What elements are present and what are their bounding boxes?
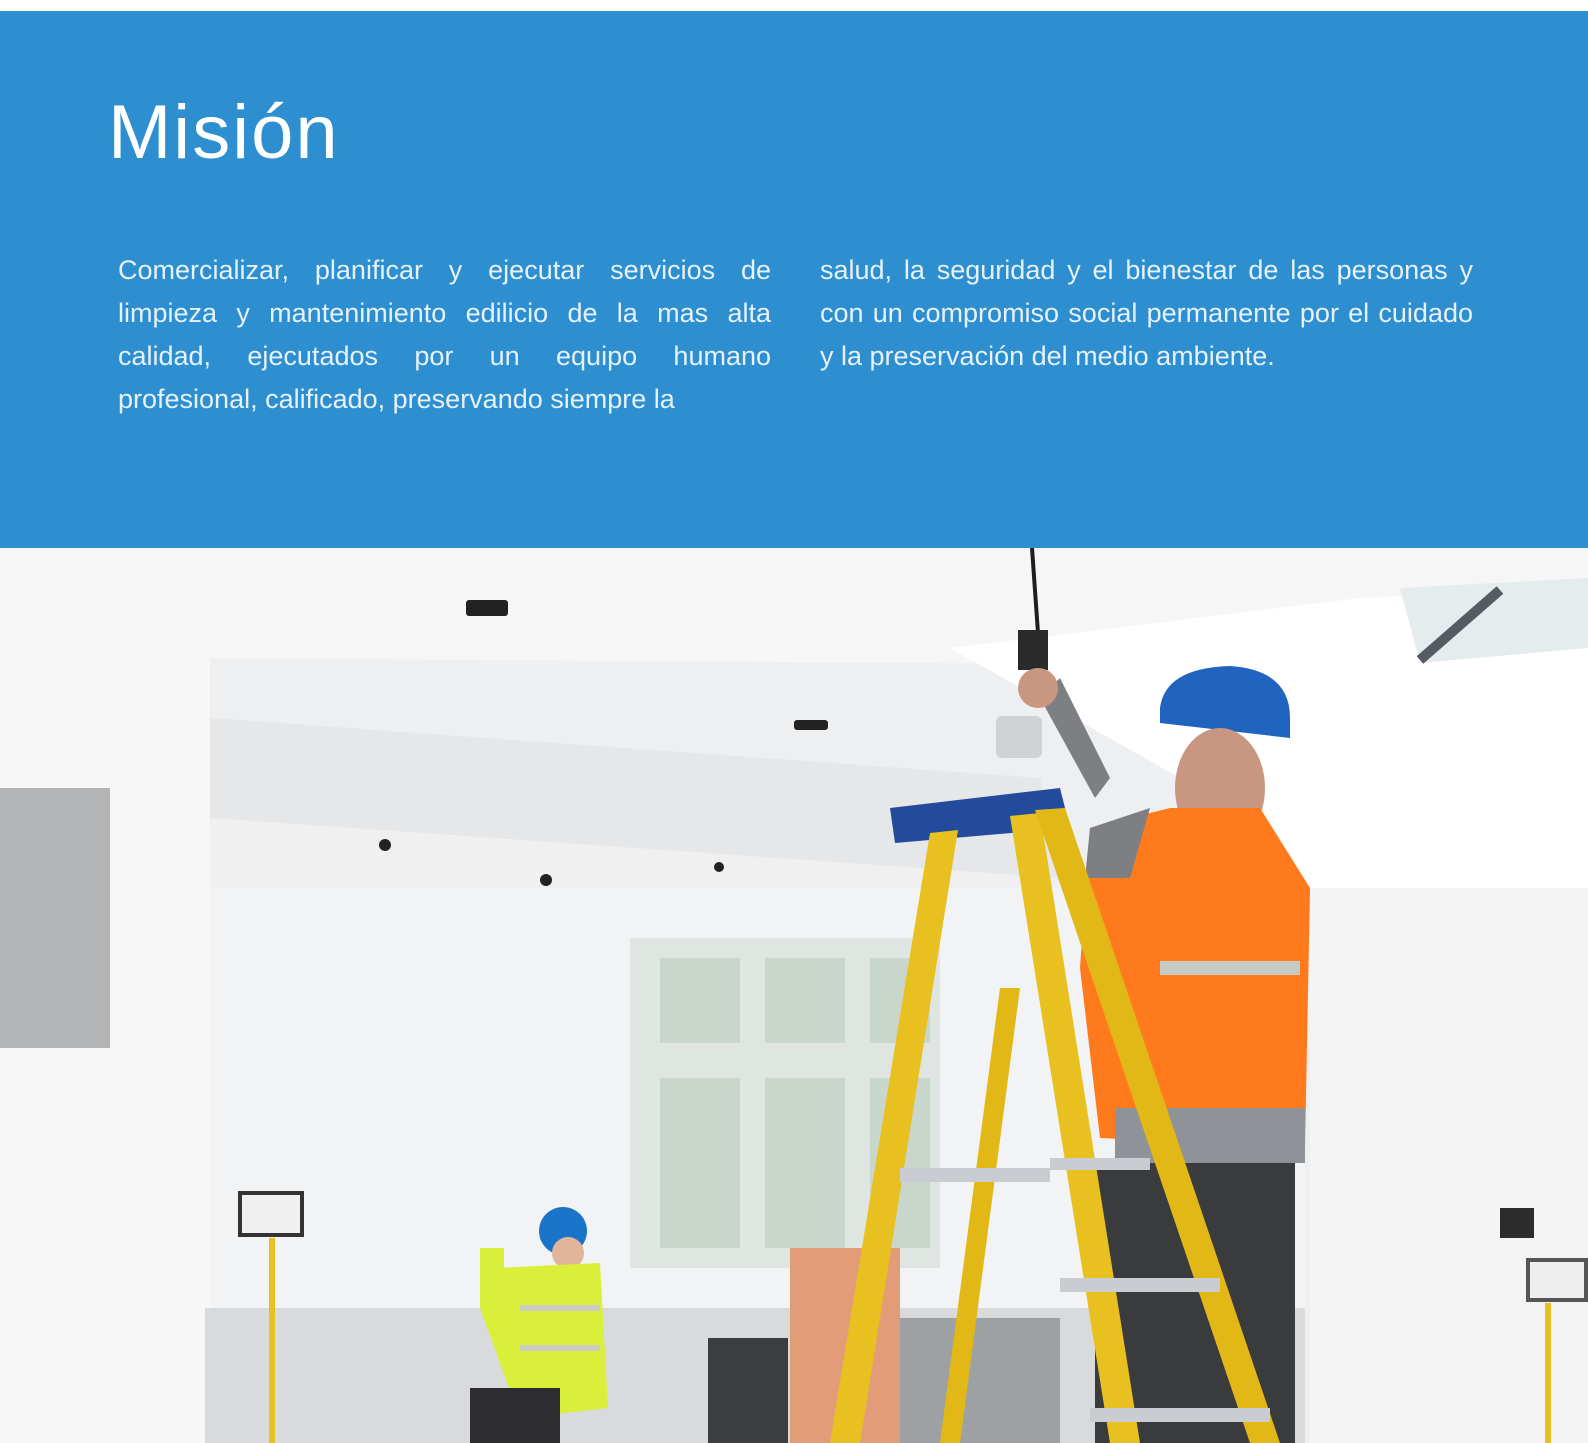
worker-on-ladder-photo bbox=[0, 548, 1588, 1443]
top-margin bbox=[0, 0, 1588, 11]
mission-text-right: salud, la seguridad y el bienestar de la… bbox=[820, 255, 1473, 371]
page-title: Misión bbox=[108, 90, 340, 175]
mission-text-left: Comercializar, planificar y ejecutar ser… bbox=[118, 255, 771, 414]
mission-banner: Misión Comercializar, planificar y ejecu… bbox=[0, 11, 1588, 548]
